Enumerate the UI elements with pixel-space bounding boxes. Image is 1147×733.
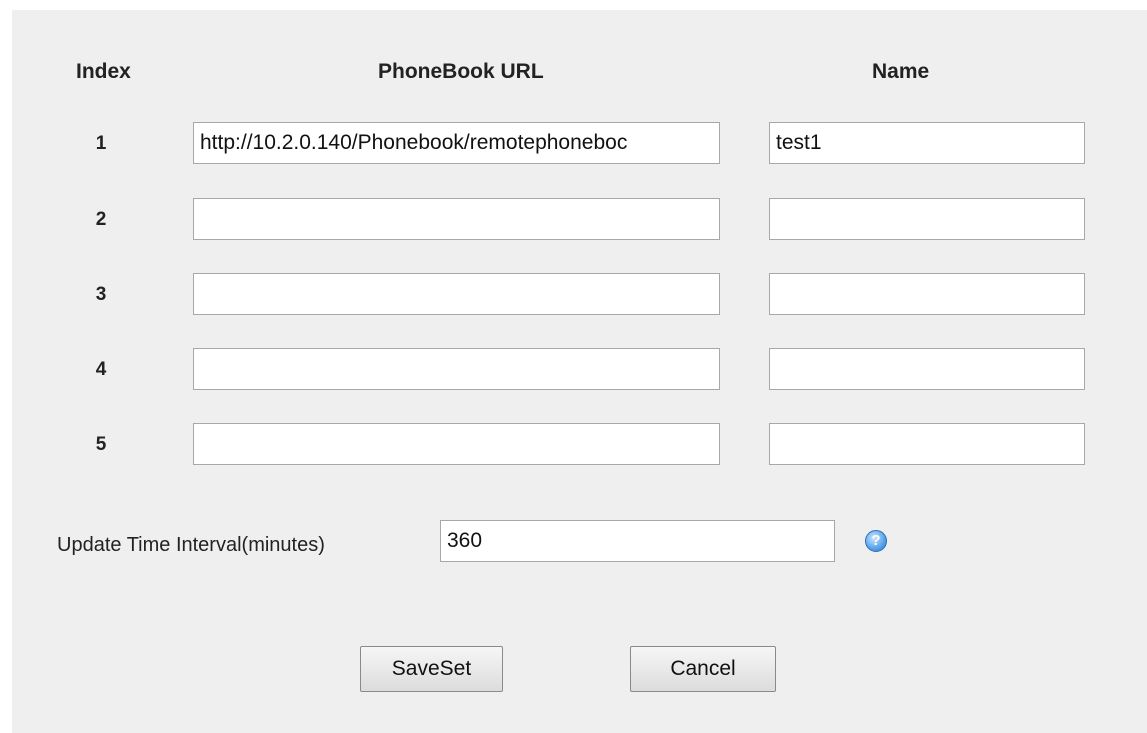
cancel-button[interactable]: Cancel: [630, 646, 776, 692]
row-index-1: 1: [95, 133, 107, 154]
update-interval-label: Update Time Interval(minutes): [57, 534, 325, 556]
saveset-button[interactable]: SaveSet: [360, 646, 503, 692]
header-index: Index: [76, 60, 131, 83]
row-index-4: 4: [95, 359, 107, 380]
phonebook-name-input-4[interactable]: [769, 348, 1085, 390]
phonebook-url-input-4[interactable]: [193, 348, 720, 390]
phonebook-name-input-2[interactable]: [769, 198, 1085, 240]
header-phonebook-url: PhoneBook URL: [378, 60, 544, 83]
phonebook-url-input-5[interactable]: [193, 423, 720, 465]
update-interval-input[interactable]: [440, 520, 835, 562]
question-icon[interactable]: ?: [865, 530, 887, 552]
phonebook-url-input-1[interactable]: [193, 122, 720, 164]
phonebook-name-input-1[interactable]: [769, 122, 1085, 164]
phonebook-name-input-5[interactable]: [769, 423, 1085, 465]
row-index-5: 5: [95, 434, 107, 455]
row-index-2: 2: [95, 209, 107, 230]
phonebook-url-input-3[interactable]: [193, 273, 720, 315]
phonebook-url-input-2[interactable]: [193, 198, 720, 240]
header-name: Name: [872, 60, 930, 83]
row-index-3: 3: [95, 284, 107, 305]
phonebook-name-input-3[interactable]: [769, 273, 1085, 315]
